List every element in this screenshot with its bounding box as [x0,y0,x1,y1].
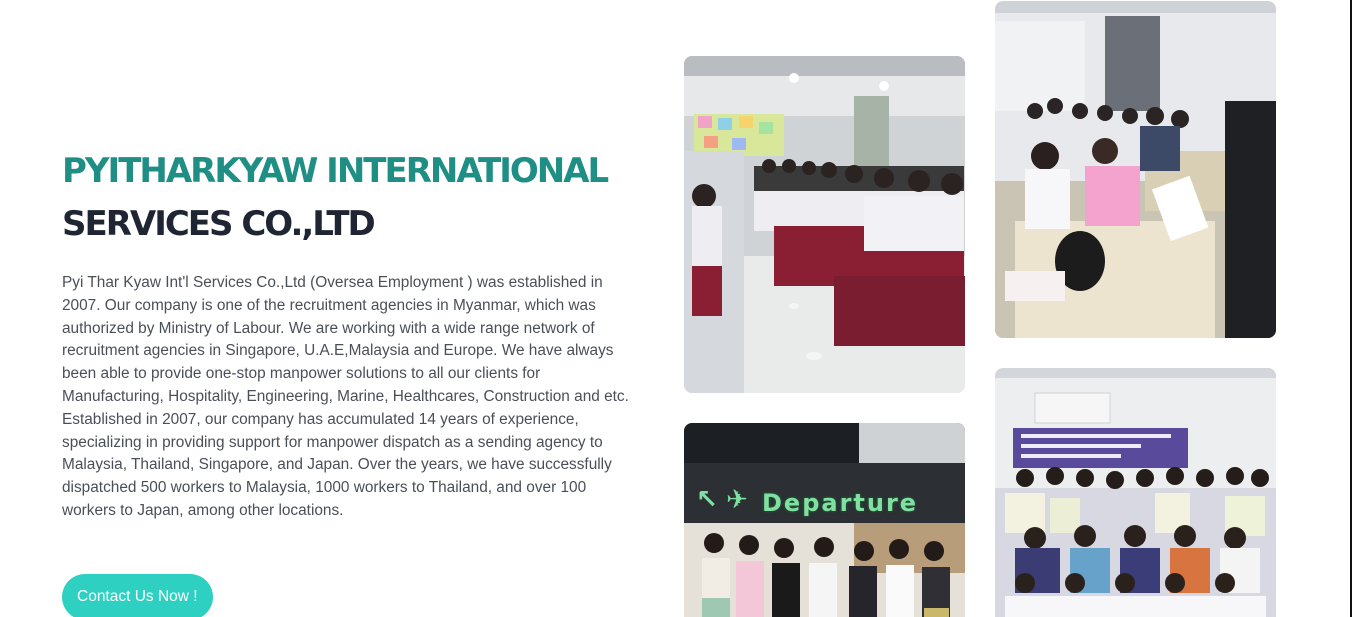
photo-certificate-group [995,368,1276,617]
departure-sign: Departure [762,489,919,517]
title-line-2: SERVICES CO.,LTD [62,204,376,244]
page: PYITHARKYAW INTERNATIONAL SERVICES CO.,L… [0,0,1352,617]
contact-us-button[interactable]: Contact Us Now ! [62,574,213,617]
company-description: Pyi Thar Kyaw Int'l Services Co.,Ltd (Ov… [62,272,640,523]
hero-text-column: PYITHARKYAW INTERNATIONAL SERVICES CO.,L… [62,145,642,523]
airplane-icon: ✈ [726,485,748,515]
description-paragraph-1: Pyi Thar Kyaw Int'l Services Co.,Ltd (Ov… [62,274,629,405]
company-title: PYITHARKYAW INTERNATIONAL SERVICES CO.,L… [62,145,642,251]
arrow-up-left-icon: ↖ [696,485,718,515]
description-paragraph-2: Established in 2007, our company has acc… [62,410,612,519]
title-line-1: PYITHARKYAW INTERNATIONAL [62,151,609,191]
photo-airport-departure: Departure ↖ ✈ [684,423,965,617]
photo-classroom-meeting [995,1,1276,338]
photo-classroom-hall [684,56,965,393]
